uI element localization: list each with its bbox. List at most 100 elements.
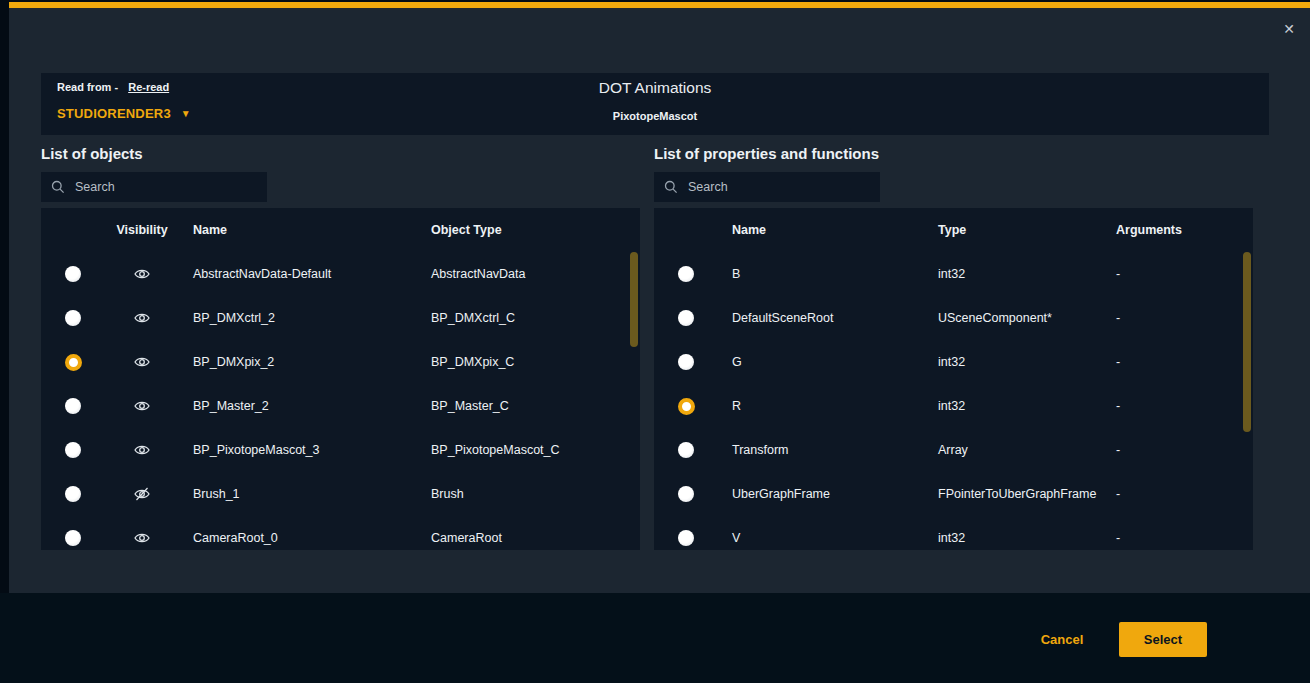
search-icon [51, 180, 65, 194]
property-row: B int32 - [654, 252, 1253, 296]
property-name: G [718, 355, 924, 369]
window-left-edge [0, 8, 9, 593]
property-radio[interactable] [678, 442, 694, 458]
visibility-on-icon[interactable] [133, 355, 151, 369]
objects-table-body: AbstractNavData-Default AbstractNavData … [41, 252, 640, 550]
visibility-off-icon[interactable] [133, 487, 151, 501]
object-name: BP_PixotopeMascot_3 [179, 443, 417, 457]
properties-search[interactable] [654, 172, 880, 202]
object-type: BP_PixotopeMascot_C [417, 443, 640, 457]
property-name: V [718, 531, 924, 545]
property-radio[interactable] [678, 354, 694, 370]
cancel-button[interactable]: Cancel [1032, 622, 1092, 657]
accent-top-bar [9, 2, 1310, 8]
property-name: B [718, 267, 924, 281]
search-icon [664, 180, 678, 194]
object-row: AbstractNavData-Default AbstractNavData [41, 252, 640, 296]
visibility-on-icon[interactable] [133, 443, 151, 457]
property-radio[interactable] [678, 266, 694, 282]
object-name: BP_DMXctrl_2 [179, 311, 417, 325]
object-row: BP_PixotopeMascot_3 BP_PixotopeMascot_C [41, 428, 640, 472]
property-name: UberGraphFrame [718, 487, 924, 501]
property-radio[interactable] [678, 530, 694, 546]
properties-table-header: Name Type Arguments [654, 208, 1253, 252]
column-header-name: Name [179, 223, 417, 237]
property-arguments: - [1102, 443, 1253, 457]
object-type: BP_DMXpix_C [417, 355, 640, 369]
object-type: BP_DMXctrl_C [417, 311, 640, 325]
object-row: BP_Master_2 BP_Master_C [41, 384, 640, 428]
property-arguments: - [1102, 355, 1253, 369]
object-row: BP_DMXctrl_2 BP_DMXctrl_C [41, 296, 640, 340]
object-name: Brush_1 [179, 487, 417, 501]
select-button[interactable]: Select [1119, 622, 1207, 657]
visibility-on-icon[interactable] [133, 531, 151, 545]
dialog-subtitle: PixotopeMascot [41, 110, 1269, 122]
property-row: V int32 - [654, 516, 1253, 550]
objects-panel-heading: List of objects [41, 145, 143, 162]
object-radio[interactable] [65, 486, 81, 502]
object-radio[interactable] [65, 442, 81, 458]
property-row: G int32 - [654, 340, 1253, 384]
object-radio[interactable] [65, 398, 81, 414]
properties-search-input[interactable] [688, 180, 858, 194]
property-type: int32 [924, 355, 1102, 369]
close-icon[interactable]: ✕ [1279, 19, 1299, 39]
object-name: AbstractNavData-Default [179, 267, 417, 281]
property-arguments: - [1102, 487, 1253, 501]
object-radio[interactable] [65, 354, 82, 371]
column-header-object-type: Object Type [417, 223, 640, 237]
dialog-footer: Cancel Select [0, 593, 1310, 683]
property-row: UberGraphFrame FPointerToUberGraphFrame … [654, 472, 1253, 516]
object-row: BP_DMXpix_2 BP_DMXpix_C [41, 340, 640, 384]
visibility-on-icon[interactable] [133, 311, 151, 325]
property-name: Transform [718, 443, 924, 457]
property-arguments: - [1102, 531, 1253, 545]
objects-search-input[interactable] [75, 180, 245, 194]
object-name: CameraRoot_0 [179, 531, 417, 545]
property-type: int32 [924, 531, 1102, 545]
object-type: CameraRoot [417, 531, 640, 545]
property-type: int32 [924, 267, 1102, 281]
property-radio[interactable] [678, 310, 694, 326]
objects-table-header: Visibility Name Object Type [41, 208, 640, 252]
objects-scrollbar-thumb[interactable] [630, 252, 638, 347]
property-name: DefaultSceneRoot [718, 311, 924, 325]
object-radio[interactable] [65, 530, 81, 546]
visibility-on-icon[interactable] [133, 267, 151, 281]
window-corner [0, 0, 9, 8]
dialog-header: Read from - Re-read STUDIORENDER3 ▼ DOT … [41, 73, 1269, 135]
properties-table: Name Type Arguments B int32 - DefaultSce… [654, 208, 1253, 550]
properties-scrollbar-thumb[interactable] [1243, 252, 1251, 432]
property-radio[interactable] [678, 398, 695, 415]
object-name: BP_Master_2 [179, 399, 417, 413]
property-name: R [718, 399, 924, 413]
column-header-arguments: Arguments [1102, 223, 1253, 237]
property-row: Transform Array - [654, 428, 1253, 472]
object-type: AbstractNavData [417, 267, 640, 281]
properties-panel-heading: List of properties and functions [654, 145, 879, 162]
property-radio[interactable] [678, 486, 694, 502]
visibility-on-icon[interactable] [133, 399, 151, 413]
property-type: FPointerToUberGraphFrame [924, 487, 1102, 501]
property-type: int32 [924, 399, 1102, 413]
property-type: USceneComponent* [924, 311, 1102, 325]
object-type: Brush [417, 487, 640, 501]
property-row: DefaultSceneRoot USceneComponent* - [654, 296, 1253, 340]
property-type: Array [924, 443, 1102, 457]
object-name: BP_DMXpix_2 [179, 355, 417, 369]
object-row: Brush_1 Brush [41, 472, 640, 516]
object-radio[interactable] [65, 266, 81, 282]
object-row: CameraRoot_0 CameraRoot [41, 516, 640, 550]
column-header-name: Name [718, 223, 924, 237]
objects-search[interactable] [41, 172, 267, 202]
object-radio[interactable] [65, 310, 81, 326]
dialog-title: DOT Animations [41, 79, 1269, 97]
column-header-type: Type [924, 223, 1102, 237]
objects-table: Visibility Name Object Type AbstractNavD… [41, 208, 640, 550]
property-arguments: - [1102, 311, 1253, 325]
properties-table-body: B int32 - DefaultSceneRoot USceneCompone… [654, 252, 1253, 550]
property-arguments: - [1102, 267, 1253, 281]
property-arguments: - [1102, 399, 1253, 413]
property-row: R int32 - [654, 384, 1253, 428]
